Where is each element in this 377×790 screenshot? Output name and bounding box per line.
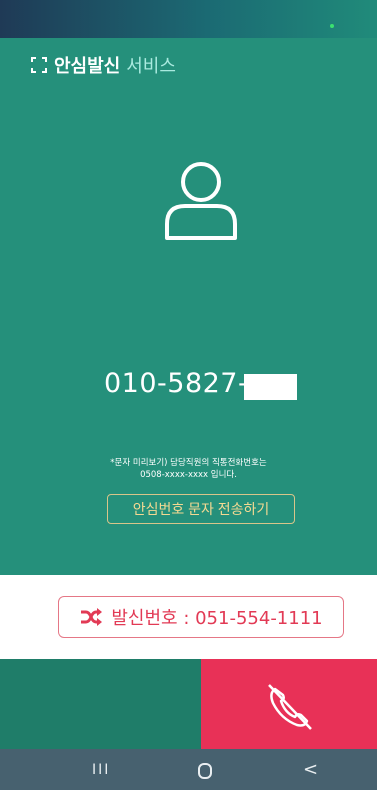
send-sms-button[interactable]: 안심번호 문자 전송하기	[107, 494, 295, 524]
hangup-button[interactable]	[201, 659, 377, 749]
phone-number: 010-5827-	[104, 368, 249, 399]
home-button[interactable]	[198, 763, 212, 779]
back-button[interactable]: <	[303, 759, 318, 780]
recents-button[interactable]: III	[92, 762, 110, 778]
shuffle-icon	[81, 608, 103, 626]
masked-digits	[244, 374, 297, 400]
brand-icon	[31, 57, 47, 73]
caller-number-button[interactable]: 발신번호 : 051-554-1111	[58, 596, 344, 638]
brand-subtitle: 서비스	[126, 56, 176, 77]
person-icon	[165, 162, 237, 240]
system-nav-bar	[0, 749, 377, 790]
caller-number-label: 발신번호 : 051-554-1111	[111, 608, 323, 629]
bottom-left-panel	[0, 659, 201, 749]
app-header: 안심발신 서비스	[30, 50, 176, 80]
status-indicator	[330, 24, 334, 28]
brand-title: 안심발신	[54, 56, 121, 77]
status-bar	[0, 0, 377, 38]
note-line-2: 0508-xxxx-xxxx 입니다.	[140, 470, 237, 480]
note-line-1: *문자 미리보기) 담당직원의 직통전화번호는	[110, 458, 267, 468]
sms-preview-note: *문자 미리보기) 담당직원의 직통전화번호는 0508-xxxx-xxxx 입…	[0, 457, 377, 481]
hangup-icon	[268, 684, 312, 730]
